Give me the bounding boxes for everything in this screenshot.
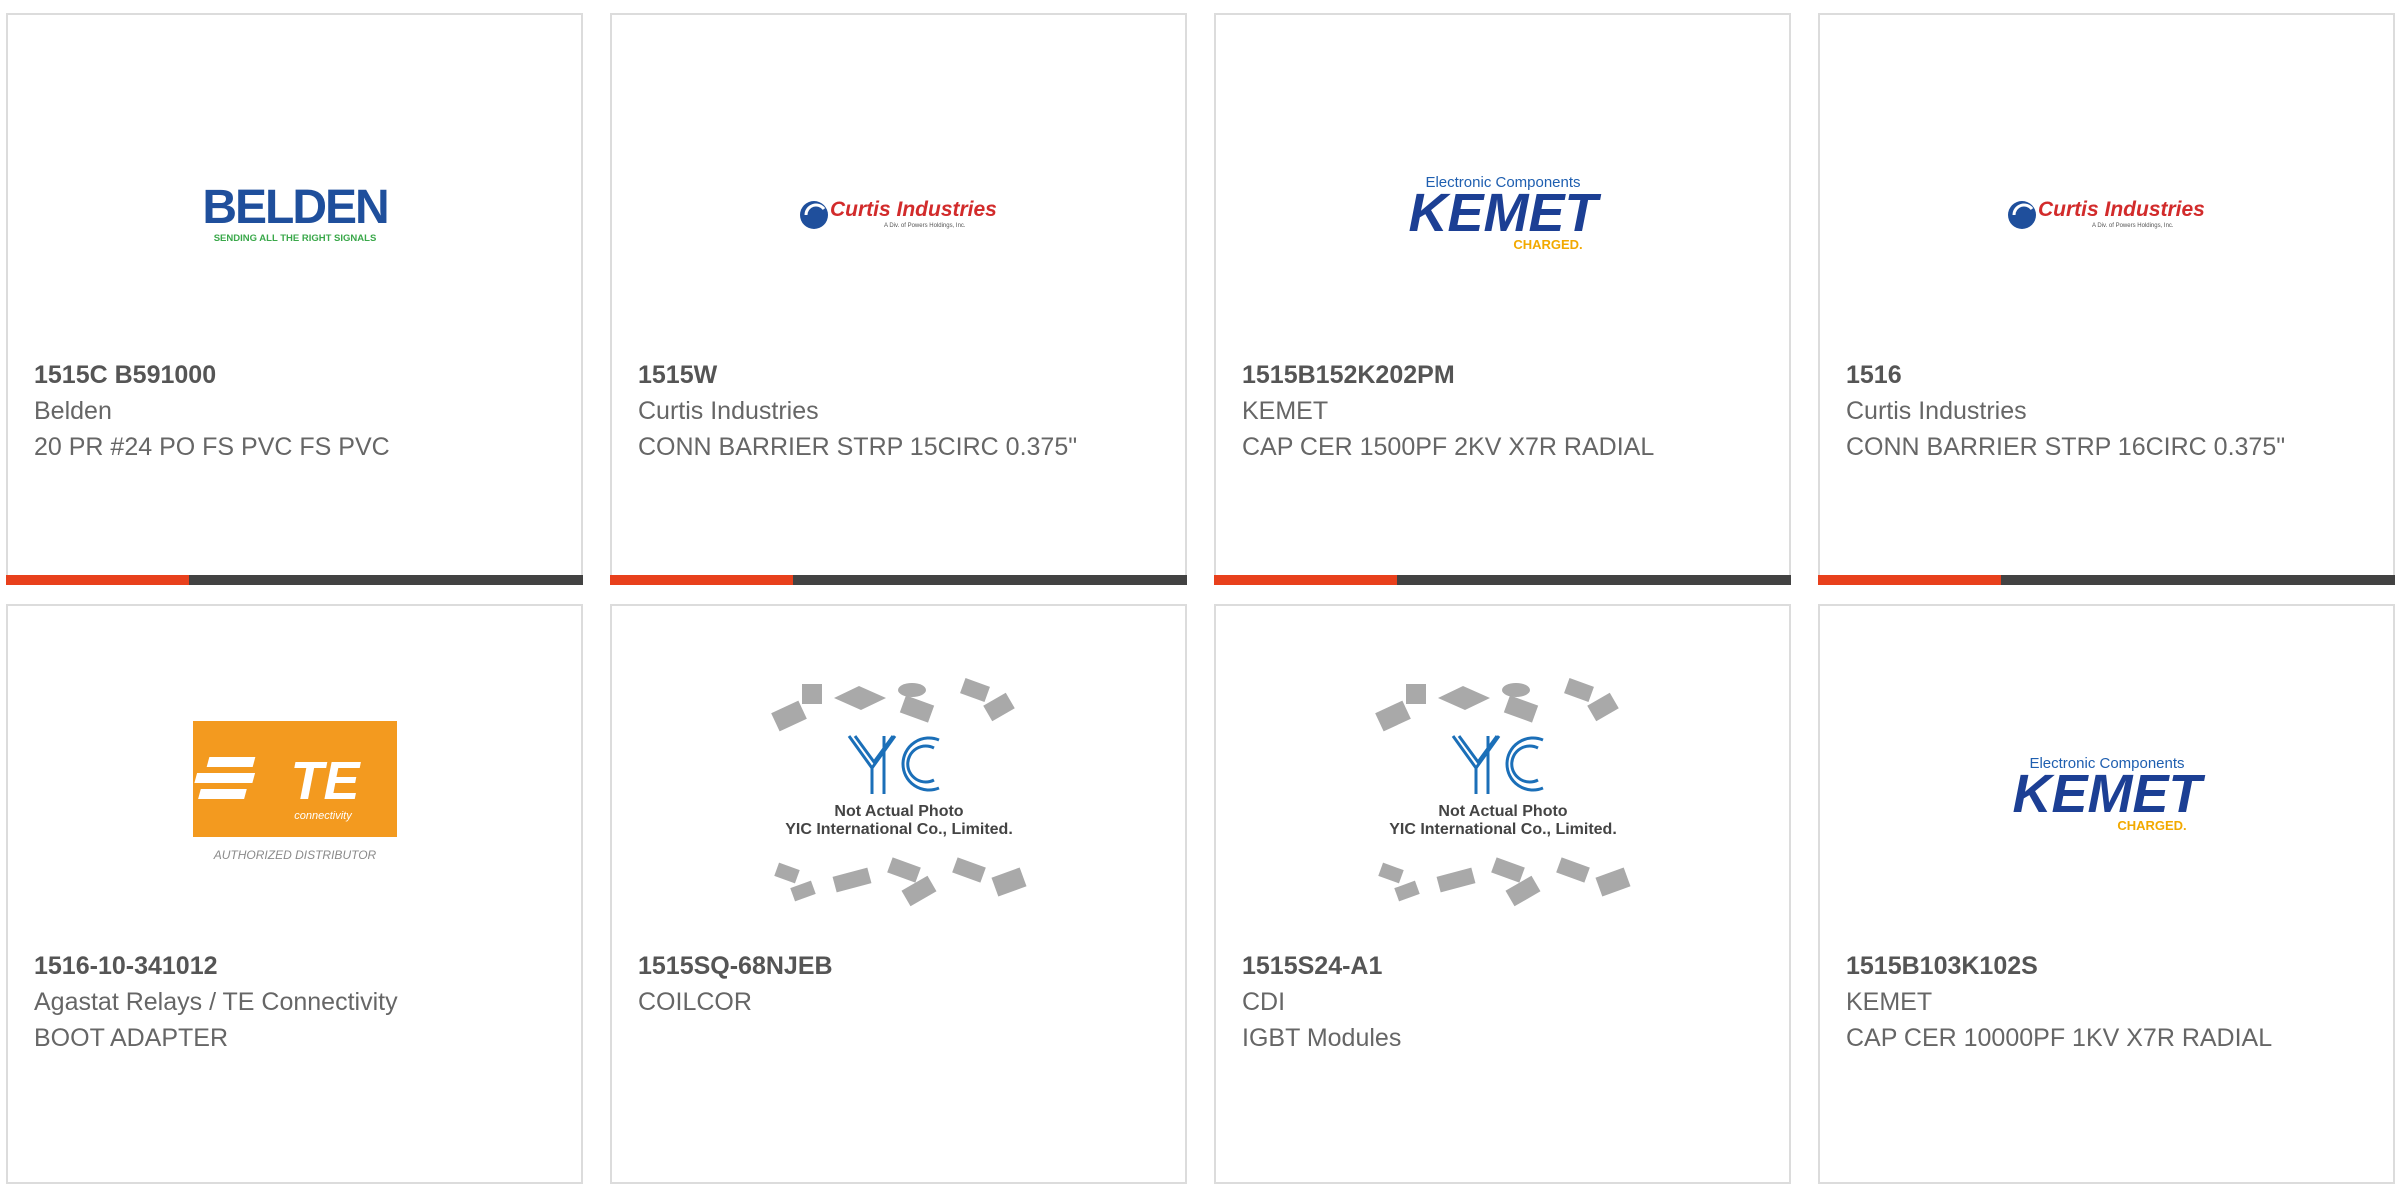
svg-text:YIC International Co., Limited: YIC International Co., Limited.	[785, 821, 1013, 838]
manufacturer-name: COILCOR	[638, 988, 752, 1016]
manufacturer-name: Curtis Industries	[1846, 397, 2027, 425]
part-number[interactable]: 1516	[1846, 357, 2367, 393]
card-footer-bar	[6, 575, 583, 585]
product-card[interactable]: Electronic Components KEMET CHARGED. 151…	[1214, 13, 1791, 585]
brand-logo-area: Curtis Industries A Div. of Powers Holdi…	[1820, 115, 2393, 315]
manufacturer-name: CDI	[1242, 988, 1286, 1016]
product-description: CONN BARRIER STRP 16CIRC 0.375"	[1846, 433, 2286, 461]
card-footer-bar	[1214, 575, 1791, 585]
manufacturer-name: Curtis Industries	[638, 397, 819, 425]
manufacturer-name: KEMET	[1846, 988, 1933, 1016]
belden-logo: BELDEN SENDING ALL THE RIGHT SIGNALS	[202, 183, 389, 244]
part-number[interactable]: 1515W	[638, 357, 1159, 393]
brand-logo-area: Not Actual Photo YIC International Co., …	[612, 676, 1185, 916]
svg-text:Curtis Industries: Curtis Industries	[2038, 198, 2205, 221]
product-card[interactable]: Curtis Industries A Div. of Powers Holdi…	[1818, 13, 2395, 585]
part-number[interactable]: 1515SQ-68NJEB	[638, 948, 1159, 984]
part-number[interactable]: 1515S24-A1	[1242, 948, 1763, 984]
product-description: 20 PR #24 PO FS PVC FS PVC	[34, 433, 390, 461]
product-card[interactable]: TE connectivity AUTHORIZED DISTRIBUTOR 1…	[6, 604, 583, 1184]
product-description: IGBT Modules	[1242, 1024, 1402, 1052]
part-number[interactable]: 1516-10-341012	[34, 948, 555, 984]
part-number[interactable]: 1515B103K102S	[1846, 948, 2367, 984]
brand-logo-area: TE connectivity AUTHORIZED DISTRIBUTOR	[8, 676, 581, 916]
product-card[interactable]: Curtis Industries A Div. of Powers Holdi…	[610, 13, 1187, 585]
svg-text:Not Actual Photo: Not Actual Photo	[834, 803, 963, 820]
svg-text:SENDING ALL THE RIGHT SIGNALS: SENDING ALL THE RIGHT SIGNALS	[213, 233, 376, 244]
product-card[interactable]: Not Actual Photo YIC International Co., …	[1214, 604, 1791, 1184]
manufacturer-name: Belden	[34, 397, 112, 425]
svg-text:CHARGED.: CHARGED.	[2117, 818, 2186, 833]
product-description: CONN BARRIER STRP 15CIRC 0.375"	[638, 433, 1078, 461]
svg-text:BELDEN: BELDEN	[202, 183, 387, 234]
product-description: CAP CER 1500PF 2KV X7R RADIAL	[1242, 433, 1655, 461]
svg-text:Curtis Industries: Curtis Industries	[830, 198, 997, 221]
product-description: CAP CER 10000PF 1KV X7R RADIAL	[1846, 1024, 2273, 1052]
brand-logo-area: Electronic Components KEMET CHARGED.	[1820, 676, 2393, 916]
manufacturer-name: KEMET	[1242, 397, 1329, 425]
kemet-logo: Electronic Components KEMET CHARGED.	[1408, 174, 1601, 252]
part-number[interactable]: 1515C B591000	[34, 357, 555, 393]
svg-text:TE: TE	[290, 751, 361, 811]
product-card[interactable]: BELDEN SENDING ALL THE RIGHT SIGNALS 151…	[6, 13, 583, 585]
yic-placeholder-image: Not Actual Photo YIC International Co., …	[1374, 678, 1631, 907]
card-accent-bar	[6, 575, 189, 585]
card-accent-bar	[610, 575, 793, 585]
svg-text:A Div. of Powers Holdings, Inc: A Div. of Powers Holdings, Inc.	[2092, 223, 2174, 229]
svg-text:KEMET: KEMET	[2012, 764, 2205, 824]
svg-text:A Div. of Powers Holdings, Inc: A Div. of Powers Holdings, Inc.	[884, 223, 966, 229]
svg-text:connectivity: connectivity	[294, 810, 353, 822]
svg-text:AUTHORIZED DISTRIBUTOR: AUTHORIZED DISTRIBUTOR	[212, 848, 376, 862]
card-accent-bar	[1214, 575, 1397, 585]
brand-logo-area: Electronic Components KEMET CHARGED.	[1216, 115, 1789, 315]
manufacturer-name: Agastat Relays / TE Connectivity	[34, 988, 398, 1016]
curtis-logo: Curtis Industries A Div. of Powers Holdi…	[2007, 198, 2205, 229]
product-card[interactable]: Not Actual Photo YIC International Co., …	[610, 604, 1187, 1184]
svg-text:YIC International Co., Limited: YIC International Co., Limited.	[1389, 821, 1617, 838]
brand-logo-area: BELDEN SENDING ALL THE RIGHT SIGNALS	[8, 115, 581, 315]
product-card[interactable]: Electronic Components KEMET CHARGED. 151…	[1818, 604, 2395, 1184]
svg-text:KEMET: KEMET	[1408, 183, 1601, 243]
brand-logo-area: Not Actual Photo YIC International Co., …	[1216, 676, 1789, 916]
svg-text:CHARGED.: CHARGED.	[1513, 237, 1582, 252]
yic-placeholder-image: Not Actual Photo YIC International Co., …	[770, 678, 1027, 907]
svg-text:Not Actual Photo: Not Actual Photo	[1438, 803, 1567, 820]
card-footer-bar	[1818, 575, 2395, 585]
card-footer-bar	[610, 575, 1187, 585]
card-accent-bar	[1818, 575, 2001, 585]
te-logo: TE connectivity AUTHORIZED DISTRIBUTOR	[192, 721, 397, 862]
product-description: BOOT ADAPTER	[34, 1024, 229, 1052]
part-number[interactable]: 1515B152K202PM	[1242, 357, 1763, 393]
kemet-logo: Electronic Components KEMET CHARGED.	[2012, 755, 2205, 833]
brand-logo-area: Curtis Industries A Div. of Powers Holdi…	[612, 115, 1185, 315]
curtis-logo: Curtis Industries A Div. of Powers Holdi…	[799, 198, 997, 229]
